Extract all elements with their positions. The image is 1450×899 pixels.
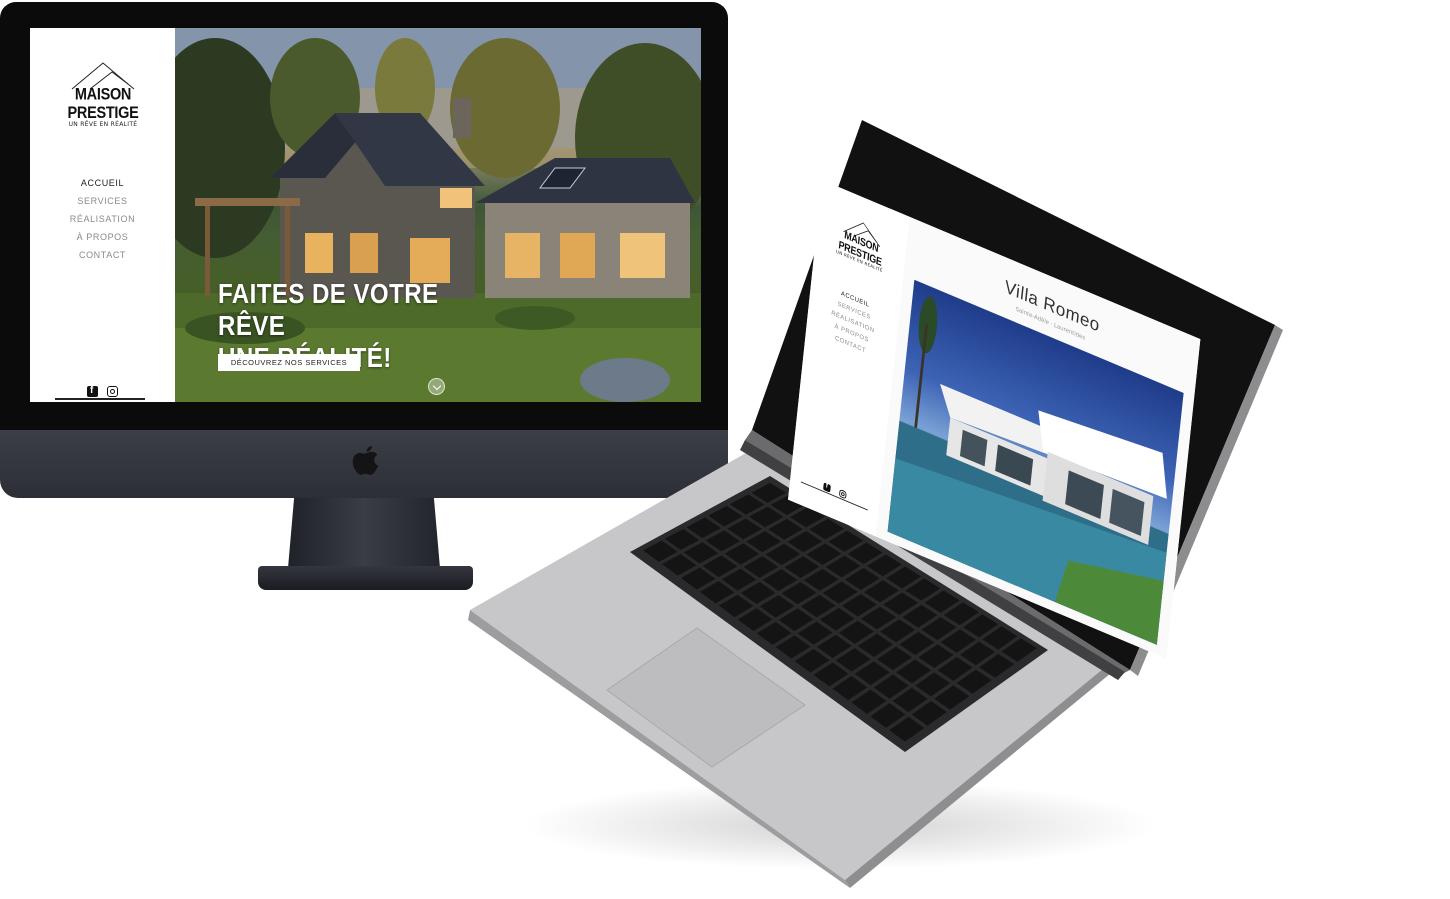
keyboard: [643, 482, 1037, 742]
laptop-main-nav: ACCUEIL SERVICES RÉALISATION À PROPOS CO…: [806, 276, 900, 369]
laptop-site-logo[interactable]: MAISON PRESTIGE UN RÊVE EN RÉALITÉ: [822, 206, 901, 280]
